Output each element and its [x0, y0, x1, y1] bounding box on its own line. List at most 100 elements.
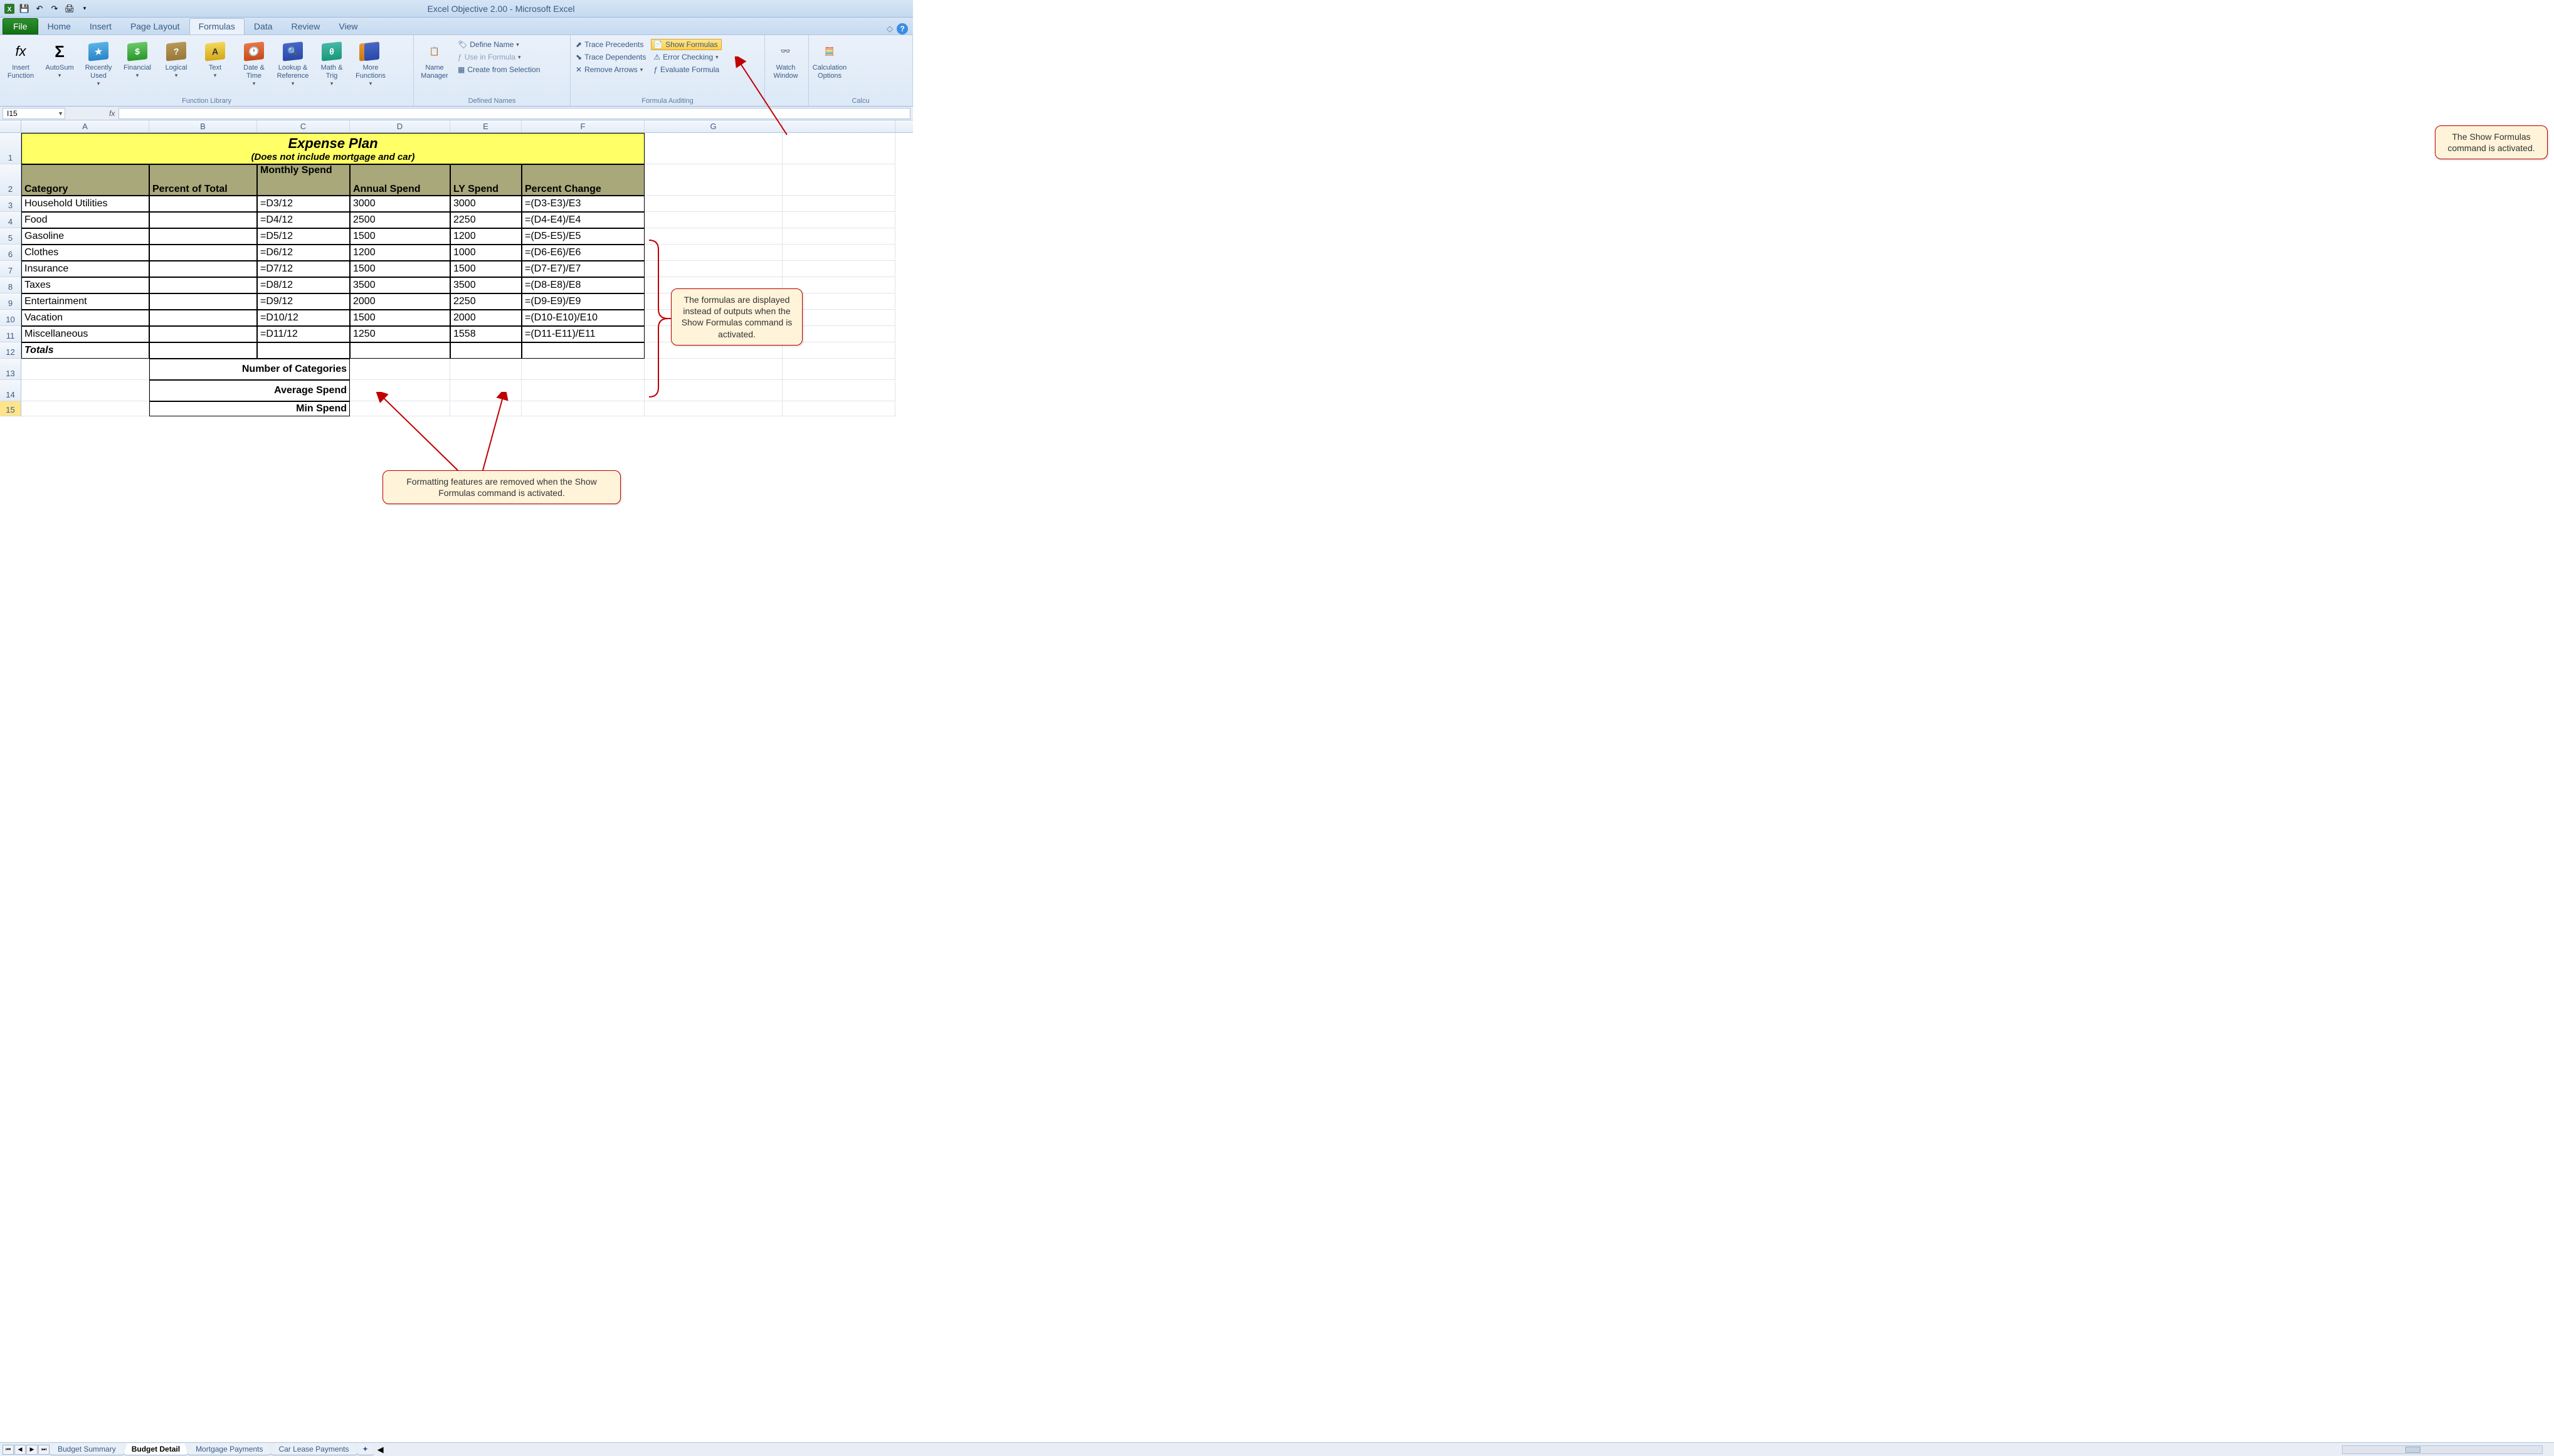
cell-c9[interactable]: =D9/12: [257, 293, 350, 310]
cell-e3[interactable]: 3000: [450, 196, 522, 212]
cell-d9[interactable]: 2000: [350, 293, 450, 310]
cell-h6[interactable]: [783, 245, 895, 261]
cell-a2[interactable]: Category: [21, 164, 149, 196]
sheet-tab-car-lease-payments[interactable]: Car Lease Payments: [270, 1443, 357, 1455]
cell-h1[interactable]: [783, 133, 895, 164]
cell-b2[interactable]: Percent of Total: [149, 164, 257, 196]
cell-g13[interactable]: [645, 359, 783, 380]
cell-e2[interactable]: LY Spend: [450, 164, 522, 196]
cell-h5[interactable]: [783, 228, 895, 245]
trace-precedents-button[interactable]: ⬈Trace Precedents: [573, 39, 648, 50]
col-header-rest[interactable]: [783, 120, 895, 132]
col-header-a[interactable]: A: [21, 120, 149, 132]
cell-b10[interactable]: [149, 310, 257, 326]
row-header-11[interactable]: 11: [0, 326, 21, 342]
cell-f10[interactable]: =(D10-E10)/E10: [522, 310, 645, 326]
cell-c10[interactable]: =D10/12: [257, 310, 350, 326]
cell-c5[interactable]: =D5/12: [257, 228, 350, 245]
cell-e12[interactable]: [450, 342, 522, 359]
row-header-4[interactable]: 4: [0, 212, 21, 228]
cell-b15[interactable]: Min Spend: [149, 401, 350, 416]
cell-f6[interactable]: =(D6-E6)/E6: [522, 245, 645, 261]
name-box-dropdown-icon[interactable]: ▼: [58, 110, 63, 117]
tab-insert[interactable]: Insert: [80, 18, 121, 34]
cell-b9[interactable]: [149, 293, 257, 310]
cell-d13[interactable]: [350, 359, 450, 380]
sheet-tab-mortgage-payments[interactable]: Mortgage Payments: [187, 1443, 271, 1455]
row-header-5[interactable]: 5: [0, 228, 21, 245]
cell-c3[interactable]: =D3/12: [257, 196, 350, 212]
cell-f15[interactable]: [522, 401, 645, 416]
sheet-nav-next[interactable]: ▶: [26, 1445, 38, 1455]
cell-c2[interactable]: Monthly Spend: [257, 164, 350, 196]
cell-a11[interactable]: Miscellaneous: [21, 326, 149, 342]
col-header-f[interactable]: F: [522, 120, 645, 132]
cell-a12[interactable]: Totals: [21, 342, 149, 359]
cell-h12[interactable]: [783, 342, 895, 359]
formula-input[interactable]: [119, 108, 910, 119]
tab-review[interactable]: Review: [282, 18, 330, 34]
cell-f5[interactable]: =(D5-E5)/E5: [522, 228, 645, 245]
cell-f8[interactable]: =(D8-E8)/E8: [522, 277, 645, 293]
cell-b8[interactable]: [149, 277, 257, 293]
qat-customize[interactable]: ▾: [78, 2, 92, 16]
cell-b12[interactable]: [149, 342, 257, 359]
calculation-options-button[interactable]: 🧮 Calculation Options: [811, 39, 848, 82]
cell-f12[interactable]: [522, 342, 645, 359]
cell-e5[interactable]: 1200: [450, 228, 522, 245]
cell-b13[interactable]: Number of Categories: [149, 359, 350, 380]
cell-b4[interactable]: [149, 212, 257, 228]
math-trig-button[interactable]: θ Math & Trig: [314, 39, 350, 88]
cell-d14[interactable]: [350, 380, 450, 401]
lookup-reference-button[interactable]: 🔍 Lookup & Reference: [275, 39, 311, 88]
name-manager-button[interactable]: 📋 Name Manager: [416, 39, 453, 82]
recently-used-button[interactable]: ★ Recently Used: [80, 39, 117, 88]
autosum-button[interactable]: Σ AutoSum: [41, 39, 78, 80]
undo-button[interactable]: ↶: [33, 2, 46, 16]
cell-b5[interactable]: [149, 228, 257, 245]
cell-b6[interactable]: [149, 245, 257, 261]
tab-formulas[interactable]: Formulas: [189, 18, 245, 34]
col-header-c[interactable]: C: [257, 120, 350, 132]
name-box[interactable]: I15 ▼: [3, 108, 65, 119]
cell-h2[interactable]: [783, 164, 895, 196]
row-header-14[interactable]: 14: [0, 380, 21, 401]
more-functions-button[interactable]: More Functions: [352, 39, 389, 88]
cell-g2[interactable]: [645, 164, 783, 196]
cell-g5[interactable]: [645, 228, 783, 245]
watch-window-button[interactable]: 👓 Watch Window: [768, 39, 804, 82]
col-header-d[interactable]: D: [350, 120, 450, 132]
cell-c4[interactable]: =D4/12: [257, 212, 350, 228]
evaluate-formula-button[interactable]: ƒEvaluate Formula: [651, 64, 722, 75]
cell-d11[interactable]: 1250: [350, 326, 450, 342]
cell-a9[interactable]: Entertainment: [21, 293, 149, 310]
cell-a4[interactable]: Food: [21, 212, 149, 228]
cell-b7[interactable]: [149, 261, 257, 277]
cell-e14[interactable]: [450, 380, 522, 401]
tab-home[interactable]: Home: [38, 18, 80, 34]
cell-e10[interactable]: 2000: [450, 310, 522, 326]
cell-e4[interactable]: 2250: [450, 212, 522, 228]
financial-button[interactable]: $ Financial: [119, 39, 156, 80]
sheet-nav-first[interactable]: ⏮: [3, 1445, 14, 1455]
cell-h3[interactable]: [783, 196, 895, 212]
cell-g1[interactable]: [645, 133, 783, 164]
cell-d4[interactable]: 2500: [350, 212, 450, 228]
show-formulas-button[interactable]: 📄Show Formulas: [651, 39, 722, 50]
define-name-button[interactable]: 🏷Define Name: [455, 39, 542, 50]
row-header-8[interactable]: 8: [0, 277, 21, 293]
sheet-nav-prev[interactable]: ◀: [14, 1445, 26, 1455]
tab-view[interactable]: View: [329, 18, 367, 34]
cell-e15[interactable]: [450, 401, 522, 416]
cell-g4[interactable]: [645, 212, 783, 228]
create-from-selection-button[interactable]: ▦Create from Selection: [455, 64, 542, 75]
cell-g14[interactable]: [645, 380, 783, 401]
cell-h4[interactable]: [783, 212, 895, 228]
redo-button[interactable]: ↷: [48, 2, 61, 16]
date-time-button[interactable]: 🕐 Date & Time: [236, 39, 272, 88]
logical-button[interactable]: ? Logical: [158, 39, 194, 80]
minimize-ribbon-icon[interactable]: ◇: [887, 24, 893, 34]
cell-d3[interactable]: 3000: [350, 196, 450, 212]
help-icon[interactable]: ?: [897, 23, 908, 34]
scrollbar-thumb[interactable]: [2405, 1447, 2420, 1453]
